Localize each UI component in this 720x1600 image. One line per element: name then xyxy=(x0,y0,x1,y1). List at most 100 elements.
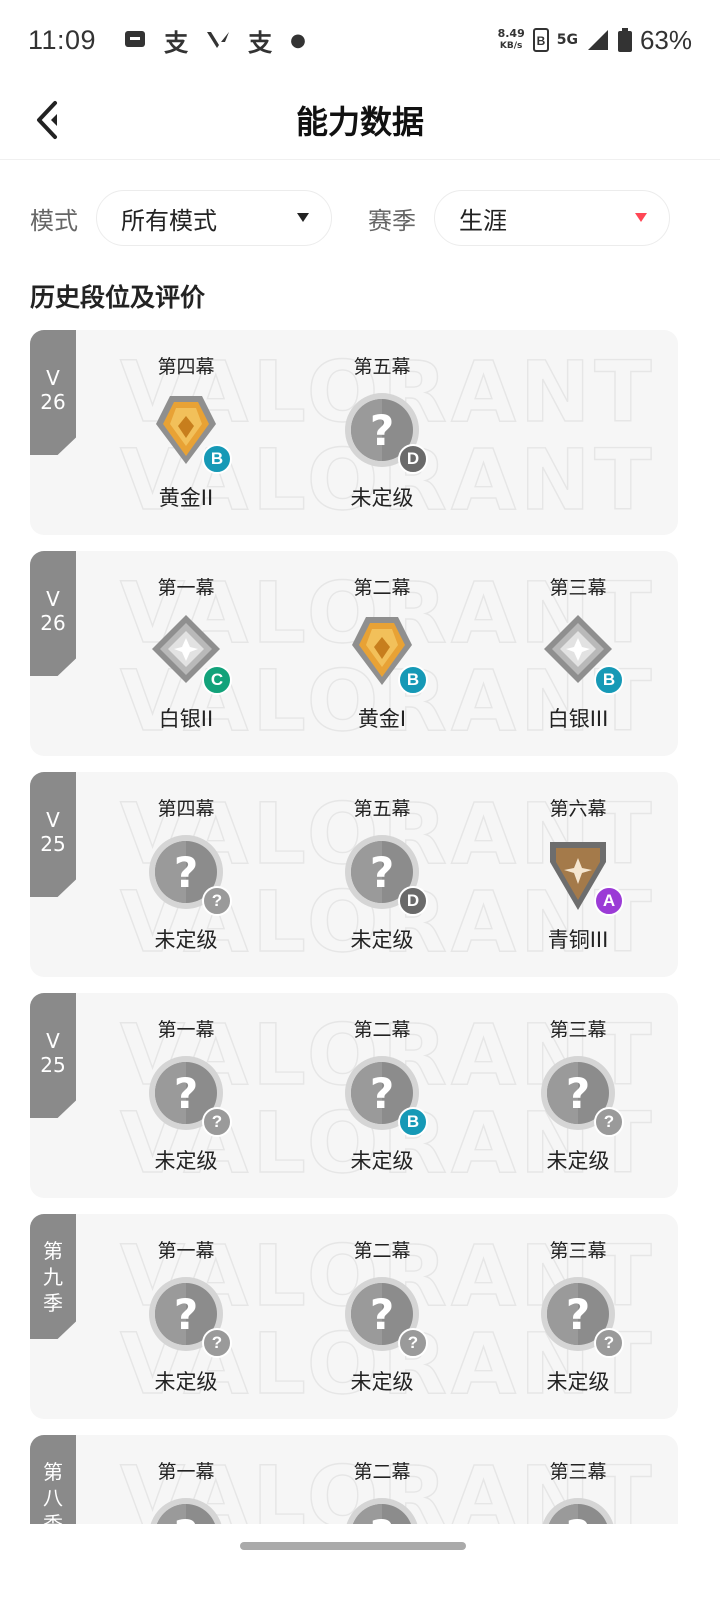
unranked-rank-icon: ? xyxy=(346,1498,418,1524)
back-arrow-icon xyxy=(37,101,57,139)
grade-badge: ? xyxy=(202,1107,232,1137)
chevron-down-icon xyxy=(635,213,647,222)
act-item[interactable]: 第四幕 B 黄金II xyxy=(88,352,284,512)
act-item[interactable]: 第一幕 ?? 未定级 xyxy=(88,1015,284,1175)
act-item[interactable]: 第一幕 ? xyxy=(88,1457,284,1524)
act-item[interactable]: 第六幕 A 青铜III xyxy=(480,794,676,954)
rank-name: 未定级 xyxy=(546,1370,610,1394)
rank-name: 白银III xyxy=(547,707,609,731)
season-tag-text: 第 xyxy=(43,1460,63,1484)
mode-select-value: 所有模式 xyxy=(121,206,217,235)
mode-select[interactable]: 所有模式 xyxy=(96,190,332,246)
rank-badge: ? xyxy=(538,1495,618,1524)
svg-text:?: ? xyxy=(174,1290,198,1339)
message-icon xyxy=(125,31,146,47)
grade-badge: ? xyxy=(594,1107,624,1137)
net-speed-value: 8.49 xyxy=(497,27,525,40)
act-title: 第三幕 xyxy=(549,1461,607,1483)
notification-icons: 支 支 ● xyxy=(124,23,306,58)
acts-row: 第四幕 B 黄金II 第五幕 ? D 未定级 xyxy=(88,352,678,512)
act-title: 第一幕 xyxy=(157,1240,215,1262)
act-title: 第一幕 xyxy=(157,1019,215,1041)
season-select[interactable]: 生涯 xyxy=(434,190,670,246)
act-item[interactable]: 第三幕 B 白银III xyxy=(480,573,676,733)
rank-badge: ?? xyxy=(342,1274,428,1358)
grade-badge: B xyxy=(398,1107,428,1137)
rank-badge: ?? xyxy=(538,1274,624,1358)
rank-name: 未定级 xyxy=(350,486,414,510)
act-item[interactable]: 第三幕 ?? 未定级 xyxy=(480,1236,676,1396)
act-item[interactable]: 第二幕 B 黄金I xyxy=(284,573,480,733)
rank-badge: ? D xyxy=(342,390,428,474)
season-select-value: 生涯 xyxy=(459,206,507,235)
season-tag-text: 26 xyxy=(40,390,66,414)
season-tag-text: V xyxy=(46,1029,60,1053)
filter-bar: 模式 所有模式 赛季 生涯 xyxy=(30,190,690,246)
bottom-area xyxy=(0,1524,720,1600)
svg-text:?: ? xyxy=(174,1511,198,1524)
act-title: 第二幕 xyxy=(353,1240,411,1262)
rank-name: 未定级 xyxy=(154,1370,218,1394)
rank-name: 未定级 xyxy=(154,928,218,952)
act-item[interactable]: 第二幕 ? xyxy=(284,1457,480,1524)
act-title: 第四幕 xyxy=(157,798,215,820)
season-card: VALORANT VALORANT V 25 第四幕 ?? 未定级 第五幕 ? D 未定级 第六幕… xyxy=(30,772,678,977)
season-tag: V 25 xyxy=(30,772,76,897)
svg-text:?: ? xyxy=(370,406,394,455)
act-item[interactable]: 第五幕 ? D 未定级 xyxy=(284,794,480,954)
season-tag-text: 季 xyxy=(43,1291,63,1315)
act-item[interactable]: 第三幕 ? xyxy=(480,1457,676,1524)
season-tag-text: 25 xyxy=(40,1053,66,1077)
section-title: 历史段位及评价 xyxy=(30,283,206,312)
acts-row: 第一幕 ?? 未定级 第二幕 ?? 未定级 第三幕 ?? 未定级 xyxy=(88,1236,678,1396)
hd-icon: B xyxy=(532,28,549,52)
mode-label: 模式 xyxy=(30,206,78,235)
status-time: 11:09 xyxy=(28,24,97,55)
acts-row: 第一幕 ?? 未定级 第二幕 ? B 未定级 第三幕 ?? 未定级 xyxy=(88,1015,678,1175)
season-card: VALORANT VALORANT V 26 第一幕 C 白银II 第二幕 B 黄金I 第三幕 … xyxy=(30,551,678,756)
alipay-icon: 支 xyxy=(164,28,189,57)
act-title: 第二幕 xyxy=(353,1019,411,1041)
svg-text:?: ? xyxy=(370,848,394,897)
unranked-rank-icon: ? xyxy=(542,1498,614,1524)
rank-badge: ? xyxy=(146,1495,226,1524)
act-item[interactable]: 第一幕 ?? 未定级 xyxy=(88,1236,284,1396)
act-item[interactable]: 第三幕 ?? 未定级 xyxy=(480,1015,676,1175)
season-tag-text: 季 xyxy=(43,1512,63,1524)
svg-text:?: ? xyxy=(370,1290,394,1339)
season-history-list[interactable]: VALORANT VALORANT V 26 第四幕 B 黄金II 第五幕 ? D 未定级 VAL… xyxy=(30,330,678,1524)
act-title: 第四幕 xyxy=(157,356,215,378)
rank-badge: ?? xyxy=(146,1053,232,1137)
acts-row: 第一幕 C 白银II 第二幕 B 黄金I 第三幕 B 白银III xyxy=(88,573,678,733)
season-tag-text: 八 xyxy=(43,1486,63,1510)
act-item[interactable]: 第一幕 C 白银II xyxy=(88,573,284,733)
valorant-icon xyxy=(207,32,230,48)
season-tag-text: V xyxy=(46,366,60,390)
season-tag-text: V xyxy=(46,587,60,611)
grade-badge: ? xyxy=(202,1328,232,1358)
chevron-down-icon xyxy=(297,213,309,222)
grade-badge: ? xyxy=(398,1328,428,1358)
svg-text:?: ? xyxy=(566,1511,590,1524)
svg-text:?: ? xyxy=(174,848,198,897)
act-item[interactable]: 第四幕 ?? 未定级 xyxy=(88,794,284,954)
rank-badge: C xyxy=(146,611,232,695)
rank-name: 黄金I xyxy=(357,707,407,731)
season-tag: 第九季 xyxy=(30,1214,76,1339)
grade-badge: B xyxy=(398,665,428,695)
rank-name: 未定级 xyxy=(154,1149,218,1173)
back-button[interactable] xyxy=(28,98,68,142)
season-card: VALORANT VALORANT V 26 第四幕 B 黄金II 第五幕 ? D 未定级 xyxy=(30,330,678,535)
season-card: VALORANT VALORANT V 25 第一幕 ?? 未定级 第二幕 ? B 未定级 第三幕… xyxy=(30,993,678,1198)
act-item[interactable]: 第二幕 ? B 未定级 xyxy=(284,1015,480,1175)
act-title: 第二幕 xyxy=(353,1461,411,1483)
season-tag: V 25 xyxy=(30,993,76,1118)
grade-badge: ? xyxy=(594,1328,624,1358)
rank-name: 未定级 xyxy=(350,928,414,952)
season-card: VALORANTVALORANT第八季第一幕 ?第二幕 ?第三幕 ? xyxy=(30,1435,678,1524)
act-item[interactable]: 第二幕 ?? 未定级 xyxy=(284,1236,480,1396)
svg-text:?: ? xyxy=(370,1511,394,1524)
act-item[interactable]: 第五幕 ? D 未定级 xyxy=(284,352,480,512)
rank-name: 青铜III xyxy=(547,928,609,952)
home-indicator[interactable] xyxy=(240,1542,466,1550)
